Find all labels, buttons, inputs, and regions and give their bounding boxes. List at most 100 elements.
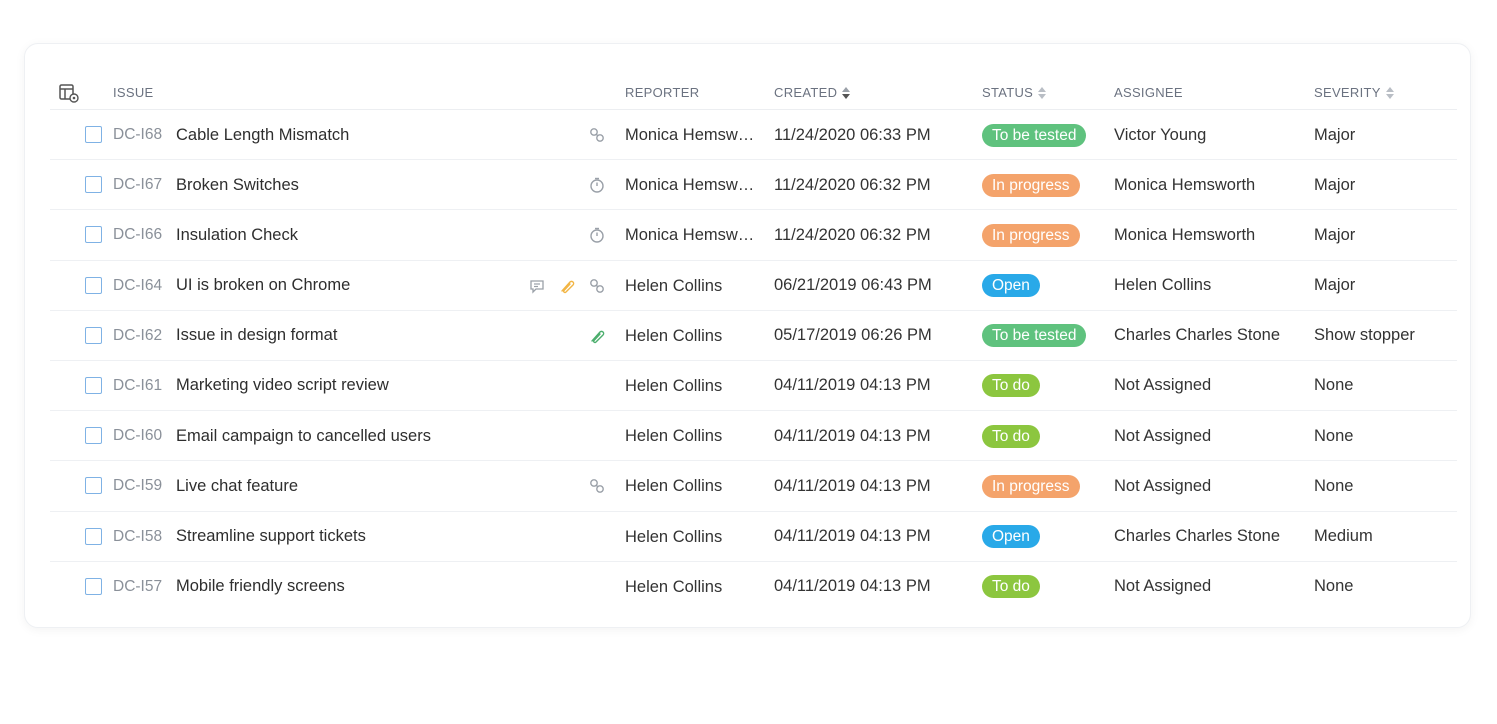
table-row[interactable]: DC-I67 Broken Switches Monica Hemsworth …	[50, 160, 1457, 211]
assignee-name[interactable]: Victor Young	[1114, 110, 1206, 160]
assignee-name[interactable]: Not Assigned	[1114, 461, 1211, 511]
issue-key[interactable]: DC-I60	[113, 411, 162, 461]
link-icon[interactable]	[588, 477, 606, 495]
table-row[interactable]: DC-I62 Issue in design format Helen Coll…	[50, 311, 1457, 361]
header-status[interactable]: STATUS	[982, 85, 1047, 100]
severity-value[interactable]: Show stopper	[1314, 311, 1415, 361]
status-badge[interactable]: Open	[982, 274, 1040, 298]
issue-title[interactable]: Mobile friendly screens	[176, 562, 345, 612]
assignee-name[interactable]: Charles Charles Stone	[1114, 311, 1280, 361]
timer-icon[interactable]	[588, 176, 606, 194]
assignee-name[interactable]: Monica Hemsworth	[1114, 210, 1255, 260]
table-row[interactable]: DC-I64 UI is broken on Chrome Helen Coll…	[50, 261, 1457, 311]
timer-icon[interactable]	[588, 226, 606, 244]
header-reporter[interactable]: REPORTER	[625, 85, 699, 100]
status-badge[interactable]: To do	[982, 424, 1040, 448]
row-checkbox[interactable]	[85, 577, 102, 595]
table-row[interactable]: DC-I66 Insulation Check Monica Hemsworth…	[50, 210, 1457, 261]
status-cell[interactable]: To do	[982, 361, 1040, 411]
status-badge[interactable]: Open	[982, 525, 1040, 548]
status-cell[interactable]: In progress	[982, 461, 1080, 511]
status-cell[interactable]: To be tested	[982, 110, 1087, 160]
status-badge[interactable]: In progress	[982, 474, 1080, 498]
issue-title[interactable]: Broken Switches	[176, 160, 299, 210]
attachment-icon[interactable]	[588, 327, 606, 345]
assignee-name[interactable]: Not Assigned	[1114, 411, 1211, 461]
table-row[interactable]: DC-I57 Mobile friendly screens Helen Col…	[50, 562, 1457, 612]
assignee-name[interactable]: Not Assigned	[1114, 562, 1211, 612]
issue-key[interactable]: DC-I66	[113, 210, 162, 260]
status-badge[interactable]: To do	[982, 374, 1040, 398]
sort-icon[interactable]	[1038, 86, 1047, 99]
issue-key[interactable]: DC-I61	[113, 361, 162, 411]
issue-title[interactable]: Streamline support tickets	[176, 512, 366, 562]
status-badge[interactable]: To be tested	[982, 324, 1087, 348]
status-cell[interactable]: In progress	[982, 210, 1080, 260]
table-row[interactable]: DC-I68 Cable Length Mismatch Monica Hems…	[50, 110, 1457, 161]
severity-value[interactable]: None	[1314, 461, 1353, 511]
issue-key[interactable]: DC-I59	[113, 461, 162, 511]
row-checkbox[interactable]	[85, 276, 102, 294]
severity-value[interactable]: None	[1314, 361, 1353, 411]
issue-key[interactable]: DC-I62	[113, 311, 162, 361]
severity-value[interactable]: Medium	[1314, 512, 1373, 562]
status-cell[interactable]: Open	[982, 512, 1040, 562]
status-cell[interactable]: To be tested	[982, 311, 1087, 361]
severity-value[interactable]: None	[1314, 562, 1353, 612]
header-severity[interactable]: SEVERITY	[1314, 85, 1394, 100]
issue-title[interactable]: Insulation Check	[176, 210, 298, 260]
issue-key[interactable]: DC-I67	[113, 160, 162, 210]
issue-title[interactable]: Marketing video script review	[176, 361, 389, 411]
header-assignee[interactable]: ASSIGNEE	[1114, 85, 1183, 100]
header-issue[interactable]: ISSUE	[113, 85, 154, 100]
row-checkbox[interactable]	[85, 326, 102, 344]
assignee-name[interactable]: Not Assigned	[1114, 361, 1211, 411]
issue-title[interactable]: Email campaign to cancelled users	[176, 411, 431, 461]
issue-title[interactable]: Live chat feature	[176, 461, 298, 511]
status-cell[interactable]: To do	[982, 411, 1040, 461]
header-reporter-label: REPORTER	[625, 85, 700, 100]
column-settings-icon[interactable]	[58, 82, 80, 104]
severity-value[interactable]: Major	[1314, 160, 1355, 210]
row-checkbox[interactable]	[85, 527, 102, 545]
issue-key[interactable]: DC-I64	[113, 261, 162, 311]
row-checkbox[interactable]	[85, 376, 102, 394]
severity-value[interactable]: Major	[1314, 110, 1355, 160]
issue-title[interactable]: Cable Length Mismatch	[176, 110, 349, 160]
severity-value[interactable]: None	[1314, 411, 1353, 461]
issue-key[interactable]: DC-I58	[113, 512, 162, 562]
severity-value[interactable]: Major	[1314, 261, 1355, 311]
row-checkbox[interactable]	[85, 477, 102, 495]
issue-key[interactable]: DC-I57	[113, 562, 162, 612]
row-checkbox[interactable]	[85, 427, 102, 445]
table-row[interactable]: DC-I59 Live chat feature Helen Collins 0…	[50, 461, 1457, 512]
reporter-name: Helen Collins	[625, 376, 723, 395]
link-icon[interactable]	[588, 126, 606, 144]
status-cell[interactable]: Open	[982, 261, 1040, 311]
table-row[interactable]: DC-I61 Marketing video script review Hel…	[50, 361, 1457, 412]
sort-icon[interactable]	[1385, 86, 1394, 99]
assignee-name[interactable]: Monica Hemsworth	[1114, 160, 1255, 210]
row-checkbox[interactable]	[85, 226, 102, 244]
sort-icon[interactable]	[842, 86, 851, 99]
assignee-name[interactable]: Helen Collins	[1114, 261, 1211, 311]
status-cell[interactable]: In progress	[982, 160, 1080, 210]
severity-value[interactable]: Major	[1314, 210, 1355, 260]
status-badge[interactable]: To be tested	[982, 123, 1087, 147]
table-row[interactable]: DC-I58 Streamline support tickets Helen …	[50, 512, 1457, 562]
issue-title[interactable]: UI is broken on Chrome	[176, 261, 350, 311]
issue-title[interactable]: Issue in design format	[176, 311, 337, 361]
header-created[interactable]: CREATED	[774, 85, 851, 100]
status-badge[interactable]: To do	[982, 575, 1040, 599]
attachment-icon[interactable]	[558, 277, 576, 295]
assignee-name[interactable]: Charles Charles Stone	[1114, 512, 1280, 562]
table-row[interactable]: DC-I60 Email campaign to cancelled users…	[50, 411, 1457, 462]
link-icon[interactable]	[588, 277, 606, 295]
status-cell[interactable]: To do	[982, 562, 1040, 612]
comment-icon[interactable]	[528, 277, 546, 295]
issue-key[interactable]: DC-I68	[113, 110, 162, 160]
row-checkbox[interactable]	[85, 176, 102, 194]
status-badge[interactable]: In progress	[982, 173, 1080, 197]
row-checkbox[interactable]	[85, 126, 102, 143]
status-badge[interactable]: In progress	[982, 223, 1080, 247]
